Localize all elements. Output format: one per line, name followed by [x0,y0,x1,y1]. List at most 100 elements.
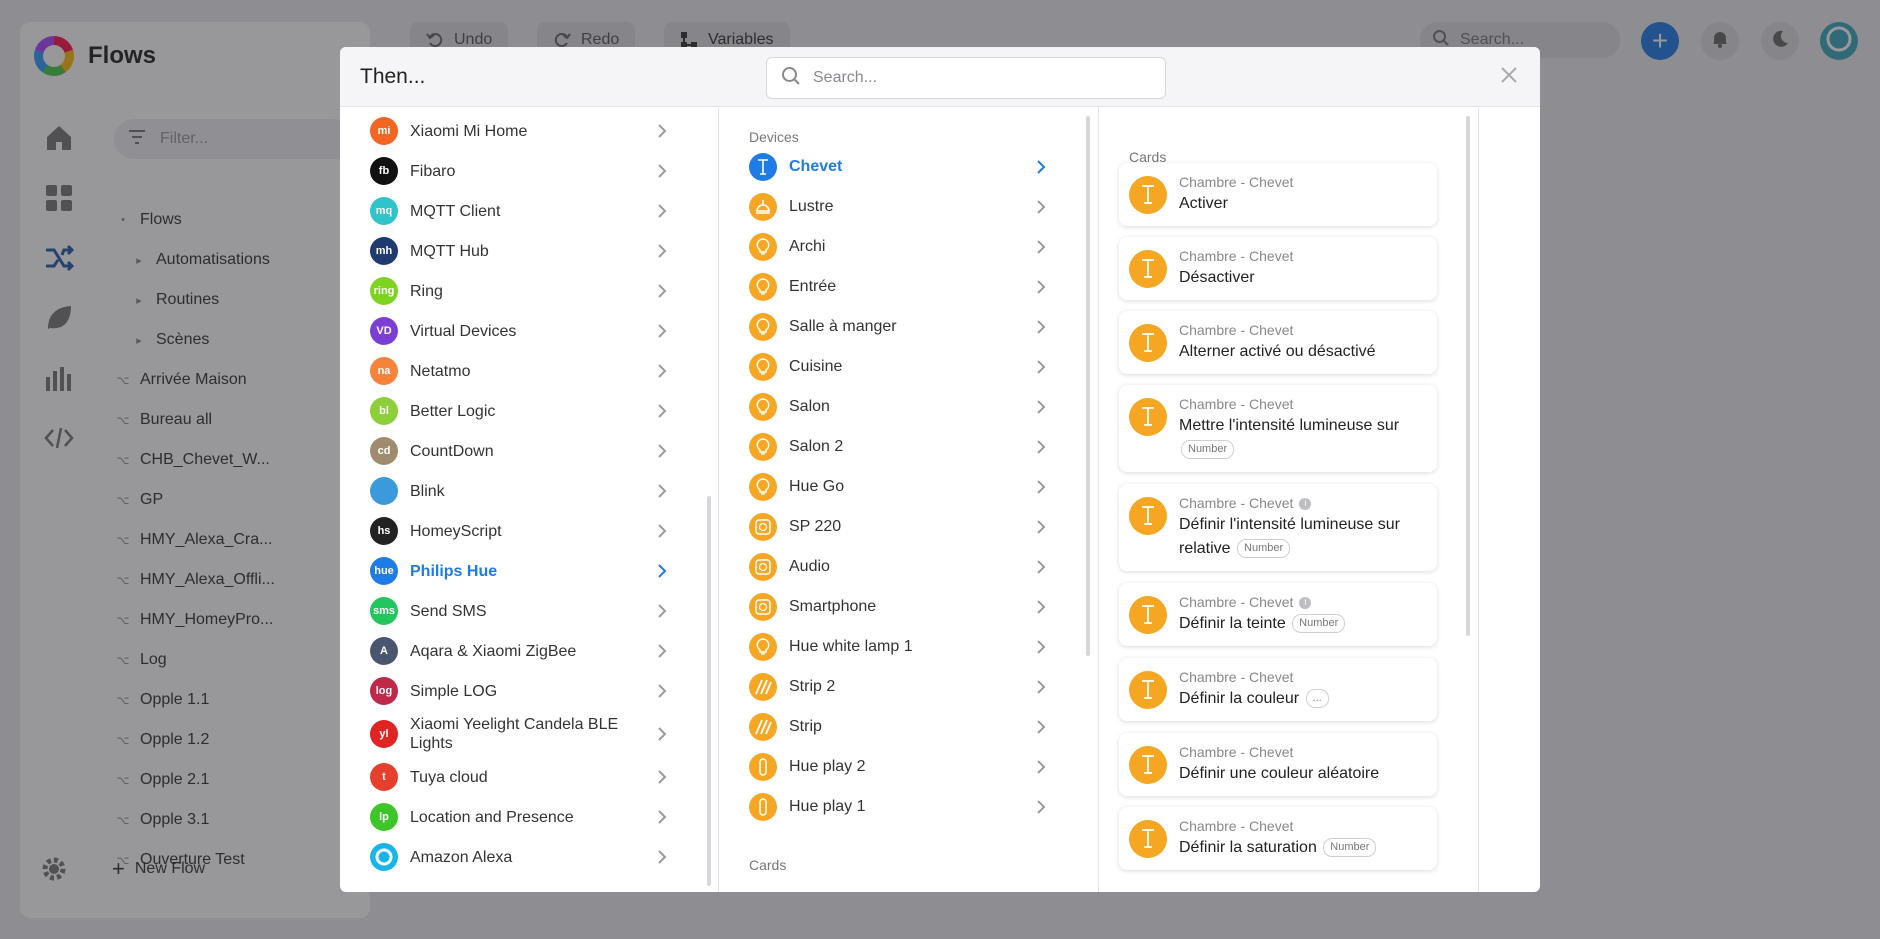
app-item-label: Ring [410,282,443,300]
app-item-label: MQTT Hub [410,242,489,260]
argument-badge[interactable]: Number [1181,440,1235,460]
argument-badge[interactable]: Number [1292,614,1346,634]
action-card-title: Définir la teinte Number [1179,612,1427,636]
app-cd-icon: cd [370,437,398,465]
device-item[interactable]: Strip [749,707,1049,747]
device-item[interactable]: Salle à manger [749,307,1049,347]
action-card-body: Chambre - Chevet i Définir la teinte Numbe… [1179,593,1427,636]
close-button[interactable] [1496,64,1522,90]
device-item[interactable]: Entrée [749,267,1049,307]
device-item[interactable]: SP 220 [749,507,1049,547]
device-item[interactable]: Hue play 1 [749,787,1049,827]
strip-icon [749,713,777,741]
app-item-na[interactable]: na Netatmo [370,351,670,391]
action-card[interactable]: Chambre - Chevet Définir la saturation Nu… [1119,807,1437,870]
device-item[interactable]: Audio [749,547,1049,587]
device-item[interactable]: Cuisine [749,347,1049,387]
action-card[interactable]: Chambre - Chevet Désactiver [1119,237,1437,300]
devices-section-label: Devices [749,129,799,145]
device-item[interactable]: Salon 2 [749,427,1049,467]
argument-badge[interactable]: ... [1305,689,1329,709]
app-item-t[interactable]: t Tuya cloud [370,757,670,797]
app-item-blink[interactable]: Blink [370,471,670,511]
device-item-label: Salle à manger [789,318,897,335]
device-item[interactable]: Hue white lamp 1 [749,627,1049,667]
app-item-ring[interactable]: ring Ring [370,271,670,311]
app-item-fb[interactable]: fb Fibaro [370,151,670,191]
action-card-device: Chambre - Chevet [1179,668,1427,687]
action-card-body: Chambre - Chevet Définir une couleur aléa… [1179,743,1427,786]
app-item-yl[interactable]: yl Xiaomi Yeelight Candela BLE Lights [370,714,670,754]
info-icon[interactable]: i [1299,596,1312,609]
chevron-right-icon [654,363,670,379]
search-icon [781,66,801,91]
devices-scrollbar[interactable] [1086,116,1090,656]
chevron-right-icon [1033,639,1049,655]
plug-icon [749,593,777,621]
action-card[interactable]: Chambre - Chevet Définir une couleur aléa… [1119,733,1437,796]
apps-scrollbar[interactable] [707,496,711,886]
lamp-icon [1129,820,1167,858]
app-item-hs[interactable]: hs HomeyScript [370,511,670,551]
app-item-sms[interactable]: sms Send SMS [370,591,670,631]
app-item-alexa[interactable]: Amazon Alexa [370,837,670,877]
device-item-label: Archi [789,238,826,255]
device-item[interactable]: Strip 2 [749,667,1049,707]
device-item[interactable]: Smartphone [749,587,1049,627]
action-card[interactable]: Chambre - Chevet Mettre l'intensité lumin… [1119,385,1437,472]
strip-icon [749,673,777,701]
app-item-lp[interactable]: lp Location and Presence [370,797,670,837]
chevron-right-icon [654,403,670,419]
device-item[interactable]: Chevet [749,147,1049,187]
app-item-cd[interactable]: cd CountDown [370,431,670,471]
lamp-icon [749,153,777,181]
chevron-right-icon [1033,439,1049,455]
action-card[interactable]: Chambre - Chevet Activer [1119,163,1437,226]
device-item[interactable]: Archi [749,227,1049,267]
argument-badge[interactable]: Number [1323,838,1377,858]
app-t-icon: t [370,763,398,791]
plug-icon [749,553,777,581]
modal-header: Then... Search... [340,47,1540,107]
chevron-right-icon [654,643,670,659]
app-VD-icon: VD [370,317,398,345]
chevron-right-icon [654,563,670,579]
modal-search-input[interactable]: Search... [766,57,1166,99]
action-card-body: Chambre - Chevet Définir la couleur ... [1179,668,1427,711]
chevron-right-icon [654,849,670,865]
app-item-hue[interactable]: hue Philips Hue [370,551,670,591]
action-card[interactable]: Chambre - Chevet i Définir la teinte Numbe… [1119,583,1437,646]
device-item-label: Entrée [789,278,837,295]
device-item[interactable]: Hue Go [749,467,1049,507]
device-item[interactable]: Salon [749,387,1049,427]
app-item-label: Blink [410,482,445,500]
argument-badge[interactable]: Number [1237,539,1291,559]
app-bl-icon: bl [370,397,398,425]
app-item-mq[interactable]: mq MQTT Client [370,191,670,231]
app-item-label: HomeyScript [410,522,502,540]
action-card[interactable]: Chambre - Chevet Alterner activé ou désac… [1119,311,1437,374]
action-card-body: Chambre - Chevet Mettre l'intensité lumin… [1179,395,1427,462]
app-item-A[interactable]: A Aqara & Xiaomi ZigBee [370,631,670,671]
action-card-body: Chambre - Chevet Alterner activé ou désac… [1179,321,1427,364]
action-card[interactable]: Chambre - Chevet i Définir l'intensité lum… [1119,484,1437,571]
app-item-bl[interactable]: bl Better Logic [370,391,670,431]
action-card-title-text: Alterner activé ou désactivé [1179,343,1376,360]
play-icon [749,753,777,781]
cards-column: Cards Chambre - Chevet Activer Chambre - C… [1099,108,1479,892]
app-item-label: Fibaro [410,162,456,180]
chevron-right-icon [1033,239,1049,255]
action-card-title: Désactiver [1179,266,1427,290]
device-item-label: Hue Go [789,478,845,495]
plug-icon [749,513,777,541]
app-item-label: Better Logic [410,402,496,420]
app-item-mh[interactable]: mh MQTT Hub [370,231,670,271]
action-card[interactable]: Chambre - Chevet Définir la couleur ... [1119,658,1437,721]
device-item[interactable]: Hue play 2 [749,747,1049,787]
info-icon[interactable]: i [1299,497,1312,510]
cards-scrollbar[interactable] [1466,116,1470,636]
app-item-VD[interactable]: VD Virtual Devices [370,311,670,351]
app-item-log[interactable]: log Simple LOG [370,671,670,711]
device-item[interactable]: Lustre [749,187,1049,227]
app-item-mi[interactable]: mi Xiaomi Mi Home [370,111,670,151]
